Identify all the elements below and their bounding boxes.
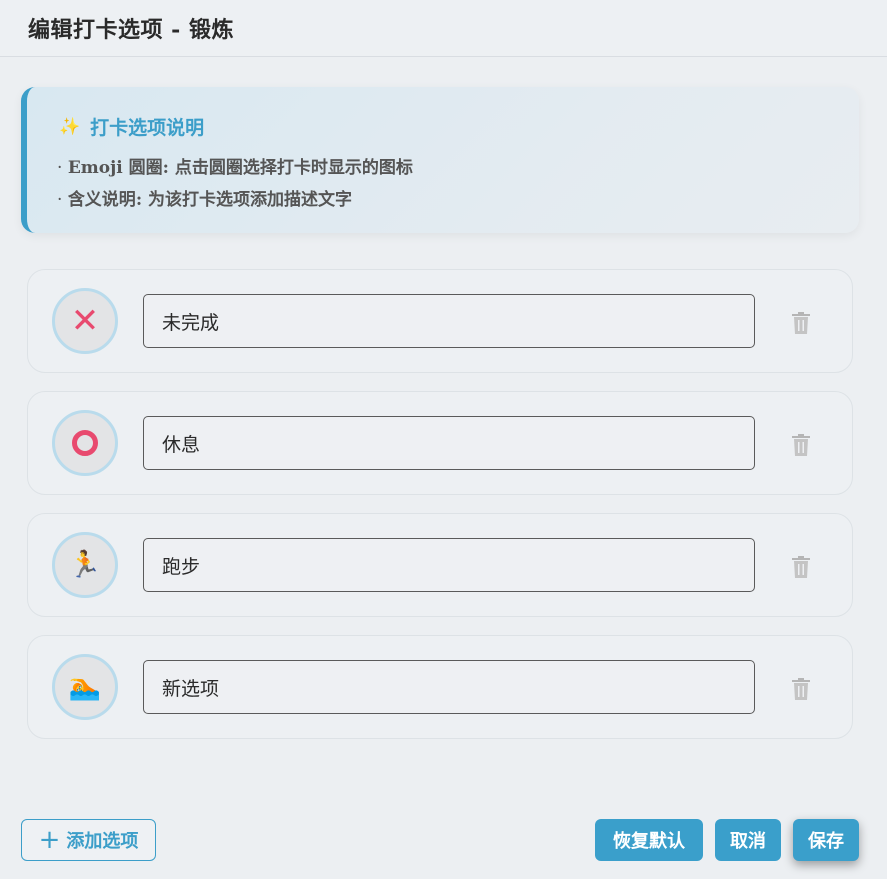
x-mark-icon: ✕	[70, 301, 100, 341]
cancel-button[interactable]: 取消	[715, 819, 781, 861]
delete-button[interactable]	[786, 430, 816, 460]
trash-icon	[792, 312, 810, 334]
emoji-picker-button[interactable]: ✕	[52, 288, 118, 354]
bullet: ·	[57, 158, 63, 178]
sparkle-icon: ✨	[59, 116, 81, 137]
save-button[interactable]: 保存	[793, 819, 859, 861]
info-line-description: · 含义说明: 为该打卡选项添加描述文字	[57, 185, 352, 210]
option-card: 🏃	[27, 513, 853, 617]
info-title-row: ✨ 打卡选项说明	[59, 113, 204, 140]
emoji-picker-button[interactable]: 🏊	[52, 654, 118, 720]
info-text: : 为该打卡选项添加描述文字	[135, 190, 353, 210]
emoji-picker-button[interactable]	[52, 410, 118, 476]
add-option-button[interactable]: + 添加选项	[21, 819, 156, 861]
dialog-title: 编辑打卡选项 - 锻炼	[28, 17, 234, 43]
info-key: 含义说明	[67, 190, 136, 210]
running-person-icon: 🏃	[68, 550, 102, 580]
info-line-emoji: · Emoji 圆圈: 点击圆圈选择打卡时显示的图标	[57, 153, 413, 178]
option-card	[27, 391, 853, 495]
delete-button[interactable]	[786, 552, 816, 582]
trash-icon	[792, 678, 810, 700]
option-label-input[interactable]	[143, 660, 755, 714]
option-label-input[interactable]	[143, 416, 755, 470]
info-text: : 点击圆圈选择打卡时显示的图标	[162, 158, 413, 178]
delete-button[interactable]	[786, 308, 816, 338]
info-key: Emoji 圆圈	[67, 158, 163, 178]
trash-icon	[792, 434, 810, 456]
restore-default-button[interactable]: 恢复默认	[595, 819, 703, 861]
info-panel: ✨ 打卡选项说明 · Emoji 圆圈: 点击圆圈选择打卡时显示的图标 · 含义…	[21, 87, 859, 233]
dialog-header: 编辑打卡选项 - 锻炼	[0, 0, 887, 57]
option-card: ✕	[27, 269, 853, 373]
swimmer-icon: 🏊	[68, 672, 102, 702]
info-title: 打卡选项说明	[90, 117, 205, 139]
option-card: 🏊	[27, 635, 853, 739]
circle-icon	[72, 430, 98, 456]
plus-icon: +	[38, 825, 61, 855]
option-label-input[interactable]	[143, 294, 755, 348]
trash-icon	[792, 556, 810, 578]
delete-button[interactable]	[786, 674, 816, 704]
option-label-input[interactable]	[143, 538, 755, 592]
emoji-picker-button[interactable]: 🏃	[52, 532, 118, 598]
bullet: ·	[57, 190, 63, 210]
add-option-label: 添加选项	[66, 831, 139, 852]
